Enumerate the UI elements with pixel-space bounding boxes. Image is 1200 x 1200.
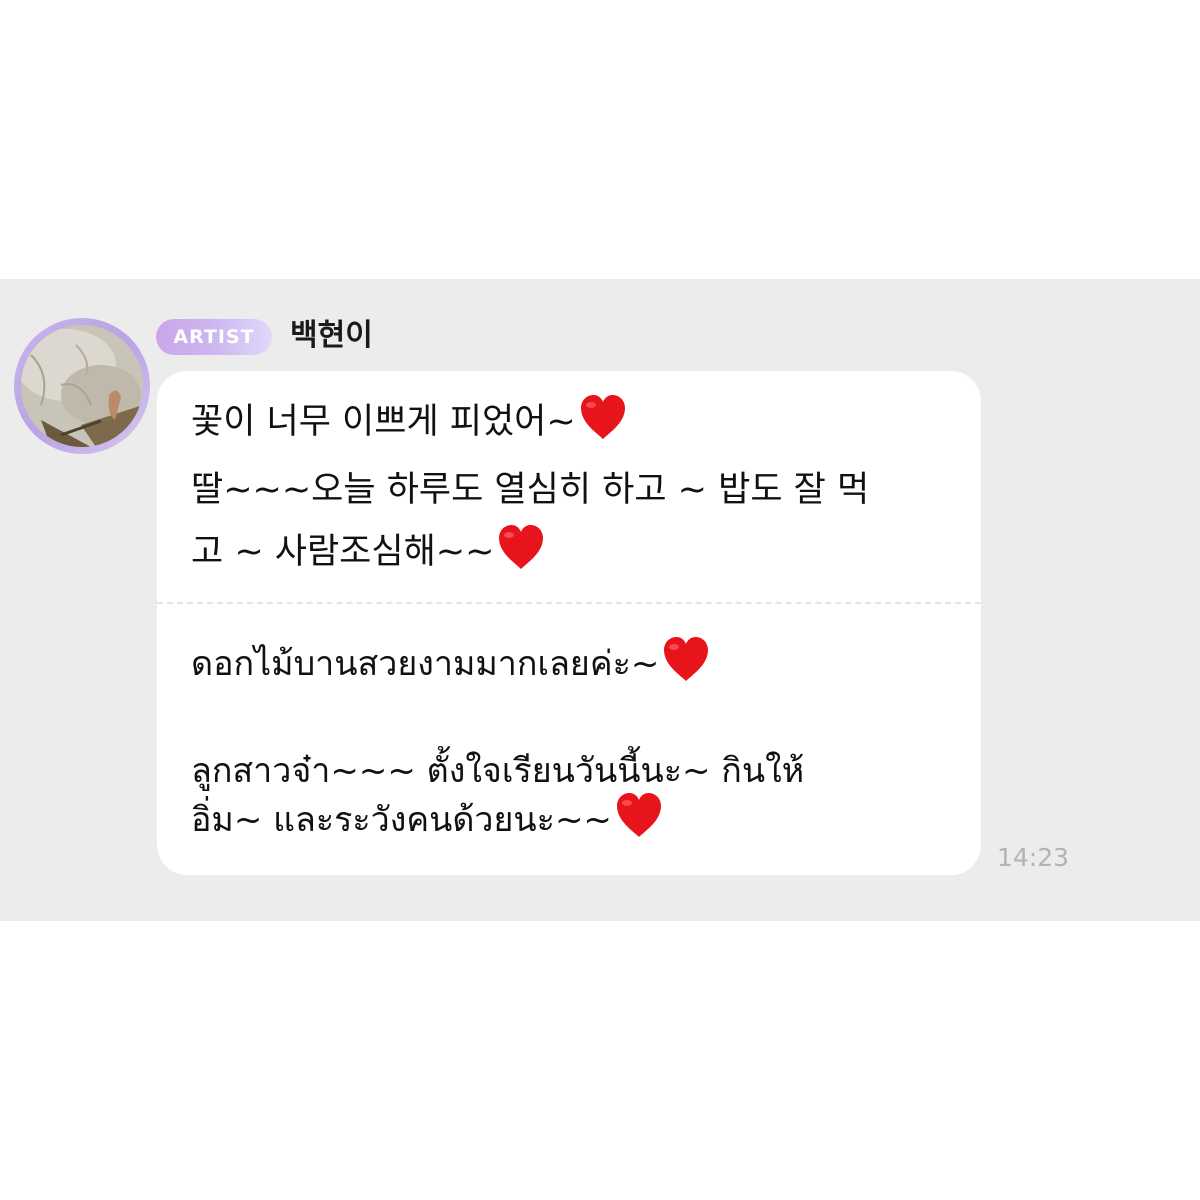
korean-line-2: 딸~~~오늘 하루도 열심히 하고 ~ 밥도 잘 먹 [191,470,870,510]
heart-icon [578,393,628,441]
thai-line-3-text: อิ่ม~ และระวังคนด้วยนะ~~ [191,800,612,840]
heart-icon [496,523,546,571]
heart-icon [661,635,711,683]
artist-badge: ARTIST [156,319,272,355]
korean-line-1-text: 꽃이 너무 이쁘게 피었어~ [191,402,576,442]
thai-line-1-text: ดอกไม้บานสวยงามมากเลยค่ะ~ [191,644,660,684]
translation-divider [157,602,981,604]
thai-line-3: อิ่ม~ และระวังคนด้วยนะ~~ [191,791,664,847]
heart-icon [614,791,664,839]
sender-name[interactable]: 백현이 [290,312,373,360]
message-bubble: 꽃이 너무 이쁘게 피었어~ 딸~~~오늘 하루도 열심히 하고 ~ 밥도 잘 … [157,371,981,875]
thai-line-1: ดอกไม้บานสวยงามมากเลยค่ะ~ [191,635,711,691]
message-timestamp: 14:23 [997,843,1070,872]
avatar-photo [21,325,143,447]
korean-line-3: 고 ~ 사람조심해~~ [191,523,546,579]
avatar[interactable] [21,325,143,447]
korean-line-3-text: 고 ~ 사람조심해~~ [191,532,495,572]
korean-line-1: 꽃이 너무 이쁘게 피었어~ [191,393,628,449]
